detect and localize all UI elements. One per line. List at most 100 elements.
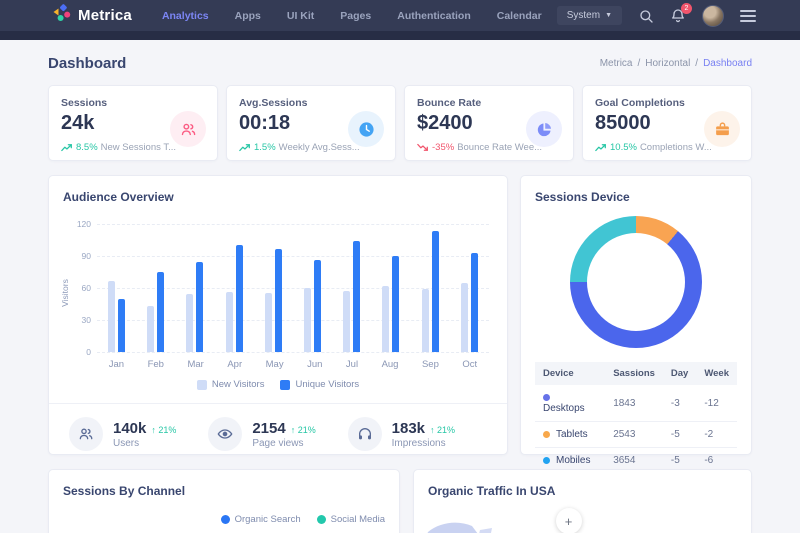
menu-hamburger-icon[interactable] (740, 10, 756, 22)
bar-group-jun (304, 224, 321, 352)
search-icon[interactable] (638, 8, 654, 24)
system-dropdown[interactable]: System ▼ (557, 6, 622, 25)
trend-up-icon (239, 143, 251, 152)
trend-value: -35% (432, 142, 454, 153)
trend-up-icon (595, 143, 607, 152)
stat-title: Bounce Rate (417, 97, 561, 109)
legend-label: New Visitors (212, 379, 265, 390)
bar-group-oct (461, 224, 478, 352)
nav-item-calendar[interactable]: Calendar (497, 10, 542, 22)
bar (265, 293, 272, 352)
y-axis-tick: 90 (63, 251, 91, 261)
nav-item-apps[interactable]: Apps (235, 10, 261, 22)
stat-title: Avg.Sessions (239, 97, 383, 109)
channel-legend: Organic Search Social Media (63, 514, 385, 525)
bar (304, 288, 311, 352)
y-axis-tick: 30 (63, 315, 91, 325)
bar (108, 281, 115, 352)
bar (461, 283, 468, 352)
stat-desc: Weekly Avg.Sess... (279, 142, 360, 153)
sessions-by-channel-title: Sessions By Channel (63, 484, 385, 498)
audience-footer-stats: 140k ↑ 21% Users 2154 ↑ 21% (63, 404, 493, 451)
donut-hole (587, 233, 685, 331)
table-row-desktops: Desktops 1843 -3 -12 (535, 385, 737, 422)
legend-label: Social Media (331, 514, 385, 525)
nav-item-ui-kit[interactable]: UI Kit (287, 10, 314, 22)
table-row-tablets: Tablets 2543 -5 -2 (535, 422, 737, 448)
bar (226, 292, 233, 352)
brand[interactable]: Metrica (52, 3, 132, 28)
bar (353, 241, 360, 352)
bar-group-apr (226, 224, 243, 352)
breadcrumb-separator: / (637, 58, 640, 69)
metrica-logo-icon (52, 3, 72, 28)
sessions-device-donut-chart (570, 216, 702, 348)
trend-value: 8.5% (76, 142, 98, 153)
nav-item-pages[interactable]: Pages (340, 10, 371, 22)
trend-down-icon (417, 143, 429, 152)
y-axis-tick: 0 (63, 347, 91, 357)
x-axis-tick: Jan (109, 359, 124, 370)
trend-up-icon (61, 143, 73, 152)
users-icon (69, 417, 103, 451)
legend-swatch (280, 380, 290, 390)
breadcrumb-metrica[interactable]: Metrica (600, 58, 633, 69)
bar (196, 262, 203, 352)
x-axis-tick: Sep (422, 359, 439, 370)
stat-title: Sessions (61, 97, 205, 109)
stat-value: 183k (392, 420, 425, 437)
y-axis-tick: 60 (63, 283, 91, 293)
legend-label: Unique Visitors (295, 379, 359, 390)
nav-item-analytics[interactable]: Analytics (162, 10, 209, 22)
y-axis-tick: 120 (63, 219, 91, 229)
chevron-down-icon: ▼ (605, 12, 612, 19)
bar (471, 253, 478, 352)
map-zoom-in-button[interactable]: + (556, 508, 582, 533)
footer-stat-impressions: 183k ↑ 21% Impressions (348, 417, 487, 451)
col-header-day: Day (663, 362, 696, 385)
bar (157, 272, 164, 352)
legend-dot (221, 515, 230, 524)
legend-dot (317, 515, 326, 524)
nav-item-authentication[interactable]: Authentication (397, 10, 471, 22)
page-title: Dashboard (48, 55, 126, 72)
bar (432, 231, 439, 352)
breadcrumb-horizontal[interactable]: Horizontal (645, 58, 690, 69)
sessions-device-card: Sessions Device Device Sassions Day Week… (520, 175, 752, 455)
x-axis-tick: Oct (462, 359, 477, 370)
stat-value: 2154 (252, 420, 285, 437)
system-dropdown-label: System (567, 10, 600, 21)
bar (147, 306, 154, 352)
x-axis-tick: Jun (307, 359, 322, 370)
bar (118, 299, 125, 352)
audience-overview-card: Audience Overview Visitors 0306090120 Ja… (48, 175, 508, 455)
stat-value: 140k (113, 420, 146, 437)
x-axis-tick: Jul (346, 359, 358, 370)
stat-label: Users (113, 438, 176, 449)
bar-group-aug (382, 224, 399, 352)
chart-legend: New Visitors Unique Visitors (63, 379, 493, 390)
avatar[interactable] (702, 5, 724, 27)
stat-desc: Bounce Rate Wee... (457, 142, 542, 153)
legend-unique-visitors: Unique Visitors (280, 379, 359, 390)
tablets-dot-icon (543, 431, 550, 438)
notifications-bell-icon[interactable]: 2 (670, 8, 686, 24)
users-icon (170, 111, 206, 147)
legend-social-media: Social Media (317, 514, 385, 525)
stat-label: Impressions (392, 438, 455, 449)
main-nav: Analytics Apps UI Kit Pages Authenticati… (162, 10, 542, 22)
audience-bar-chart: Visitors 0306090120 (63, 224, 493, 352)
bar (275, 249, 282, 352)
sessions-by-channel-card: Sessions By Channel Organic Search Socia… (48, 469, 400, 533)
bar (392, 256, 399, 352)
bar (186, 294, 193, 352)
stat-title: Goal Completions (595, 97, 739, 109)
eye-icon (208, 417, 242, 451)
desktops-dot-icon (543, 394, 550, 401)
breadcrumb-separator: / (695, 58, 698, 69)
bar (314, 260, 321, 352)
x-axis-tick: Apr (227, 359, 242, 370)
briefcase-icon (704, 111, 740, 147)
legend-swatch (197, 380, 207, 390)
breadcrumb-dashboard: Dashboard (703, 58, 752, 69)
